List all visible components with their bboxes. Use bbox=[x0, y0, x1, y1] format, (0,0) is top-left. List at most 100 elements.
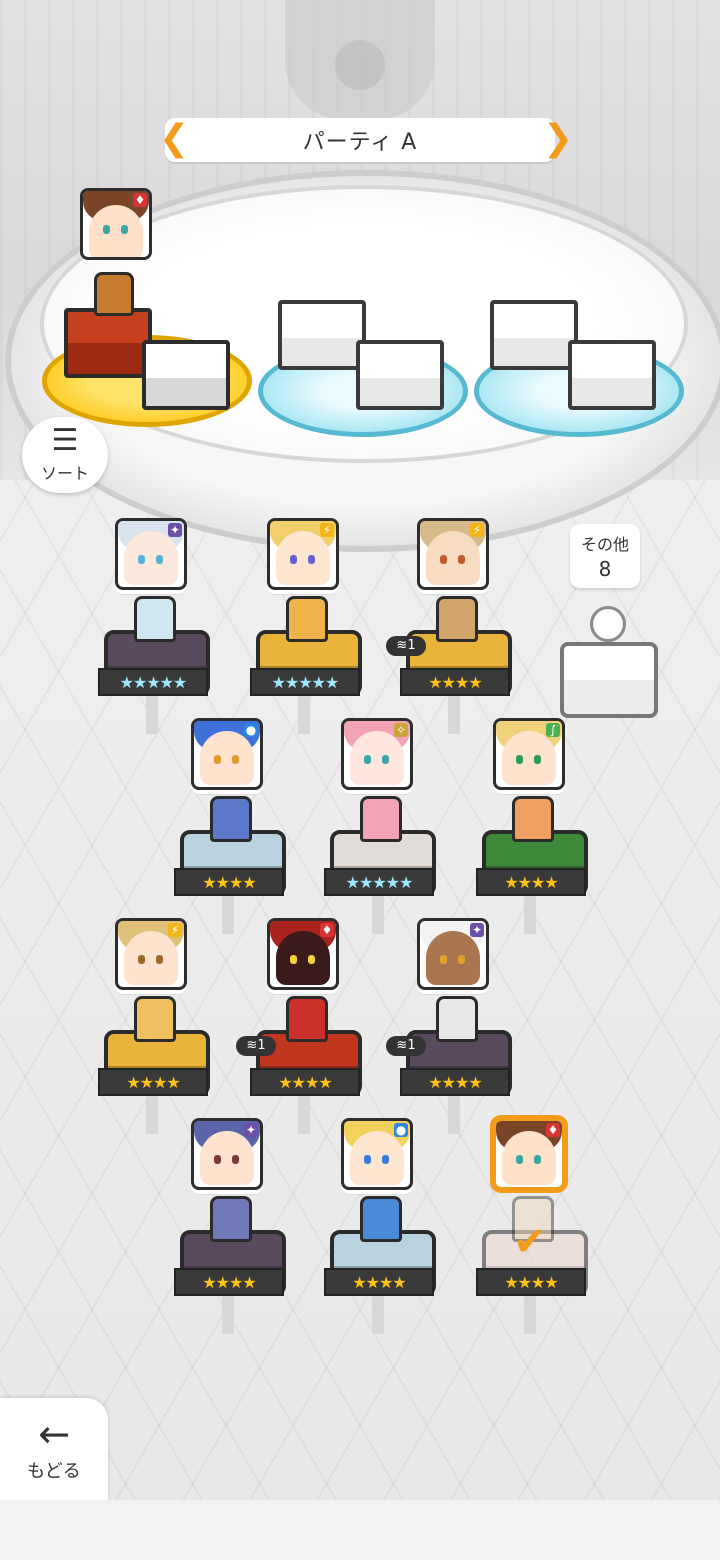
face bbox=[350, 731, 404, 785]
unit-card-blonde-witch[interactable]: ⚡ ★★★★★ bbox=[250, 518, 362, 734]
pedestal-stand bbox=[298, 694, 310, 734]
silhouette-head-icon bbox=[590, 606, 626, 642]
unit-card-white-hair-girl[interactable]: ✦ ★★★★ ≋1 bbox=[386, 918, 512, 1134]
unit-sprite bbox=[436, 996, 478, 1042]
fire-element-icon: ♦ bbox=[546, 1123, 560, 1137]
party-selector: ❮ パーティ A ❯ bbox=[159, 118, 573, 162]
unit-portrait[interactable]: ✦ bbox=[191, 1118, 263, 1190]
unit-portrait[interactable]: ∫ bbox=[493, 718, 565, 790]
eye-right bbox=[232, 1155, 239, 1164]
pedestal-stand bbox=[298, 1094, 310, 1134]
empty-pedestal bbox=[560, 642, 658, 718]
eye-right bbox=[458, 555, 465, 564]
eye-left bbox=[364, 1155, 371, 1164]
unit-portrait[interactable]: ⚡ bbox=[267, 518, 339, 590]
party-leader-portrait[interactable]: ♦ bbox=[80, 188, 152, 260]
face bbox=[350, 1131, 404, 1185]
dark-element-icon: ✦ bbox=[470, 923, 484, 937]
eye-left bbox=[516, 755, 523, 764]
eye-left bbox=[214, 1155, 221, 1164]
pedestal-stand bbox=[146, 694, 158, 734]
sort-button[interactable]: ☰ ソート bbox=[22, 417, 108, 493]
face bbox=[200, 1131, 254, 1185]
back-button[interactable]: ← もどる bbox=[0, 1398, 108, 1500]
water-element-icon: ● bbox=[394, 1123, 408, 1137]
unit-card-pink-hair-girl[interactable]: ✧ ★★★★★ bbox=[324, 718, 436, 934]
pedestal-stand bbox=[372, 1294, 384, 1334]
eye-right bbox=[308, 555, 315, 564]
star-rating: ★★★★ bbox=[98, 1068, 208, 1096]
slot-3-cube-a bbox=[490, 300, 578, 370]
eye-right bbox=[382, 755, 389, 764]
sort-icon: ☰ bbox=[51, 423, 79, 458]
slot-2-cube-b bbox=[356, 340, 444, 410]
others-count: 8 bbox=[598, 557, 612, 581]
eye-left bbox=[440, 955, 447, 964]
unit-card-glasses-girl[interactable]: ⚡ ★★★★ bbox=[98, 918, 210, 1134]
thunder-element-icon: ⚡ bbox=[320, 523, 334, 537]
face bbox=[276, 931, 330, 985]
unit-portrait[interactable]: ✧ bbox=[341, 718, 413, 790]
unit-portrait[interactable]: ⚡ bbox=[115, 918, 187, 990]
unit-card-blonde-woman[interactable]: ⚡ ★★★★ ≋1 bbox=[386, 518, 512, 734]
limit-count: 1 bbox=[407, 1038, 416, 1053]
unit-sprite bbox=[286, 596, 328, 642]
unit-card-silver-hair-girl[interactable]: ✦ ★★★★★ bbox=[98, 518, 210, 734]
unit-card-blue-hair-girl[interactable]: ● ★★★★ bbox=[174, 718, 286, 934]
unit-sprite bbox=[360, 1196, 402, 1242]
eye-left bbox=[214, 755, 221, 764]
star-rating: ★★★★★ bbox=[250, 668, 360, 696]
unit-sprite bbox=[436, 596, 478, 642]
eye-right bbox=[308, 955, 315, 964]
face bbox=[426, 931, 480, 985]
eye-left bbox=[138, 955, 145, 964]
unit-portrait[interactable]: ✦ bbox=[115, 518, 187, 590]
star-rating: ★★★★★ bbox=[324, 868, 434, 896]
face bbox=[124, 931, 178, 985]
unit-portrait[interactable]: ● bbox=[191, 718, 263, 790]
party-leader-sprite bbox=[94, 272, 134, 316]
limit-count: 1 bbox=[407, 638, 416, 653]
thunder-element-icon: ⚡ bbox=[470, 523, 484, 537]
light-element-icon: ✧ bbox=[394, 723, 408, 737]
unit-card-brown-hair-boy[interactable]: ♦ ★★★★ ✔ bbox=[476, 1118, 588, 1334]
slot-3-cube-b bbox=[568, 340, 656, 410]
unit-card-blonde-maid[interactable]: ● ★★★★ bbox=[324, 1118, 436, 1334]
prev-party-arrow-icon[interactable]: ❮ bbox=[159, 121, 189, 158]
unit-portrait[interactable]: ♦ bbox=[493, 1118, 565, 1190]
star-rating: ★★★★ bbox=[250, 1068, 360, 1096]
star-rating: ★★★★ bbox=[476, 868, 586, 896]
limit-break-badge: ≋1 bbox=[386, 1036, 426, 1056]
fire-element-icon: ♦ bbox=[133, 193, 147, 207]
eye-left bbox=[516, 1155, 523, 1164]
unit-sprite bbox=[210, 796, 252, 842]
eye-left bbox=[440, 555, 447, 564]
unit-card-elf-girl[interactable]: ∫ ★★★★ bbox=[476, 718, 588, 934]
eye-right bbox=[232, 755, 239, 764]
unit-sprite bbox=[134, 596, 176, 642]
unit-portrait[interactable]: ✦ bbox=[417, 918, 489, 990]
pedestal-stand bbox=[222, 1294, 234, 1334]
others-slot[interactable]: その他 8 bbox=[556, 524, 658, 718]
unit-portrait[interactable]: ⚡ bbox=[417, 518, 489, 590]
eye-right bbox=[382, 1155, 389, 1164]
unit-card-glasses-man[interactable]: ✦ ★★★★ bbox=[174, 1118, 286, 1334]
eye-left bbox=[290, 955, 297, 964]
eye-right bbox=[534, 1155, 541, 1164]
star-rating: ★★★★ bbox=[400, 1068, 510, 1096]
pedestal-stand bbox=[524, 894, 536, 934]
unit-portrait[interactable]: ♦ bbox=[267, 918, 339, 990]
unit-portrait[interactable]: ● bbox=[341, 1118, 413, 1190]
slot-1-empty-cube bbox=[142, 340, 230, 410]
pedestal-stand bbox=[448, 1094, 460, 1134]
star-rating: ★★★★ bbox=[174, 1268, 284, 1296]
game-scene: ♦ ❮ パーティ A ❯ ☰ ソート ✦ ★★★★★ ⚡ ★★★★★ ⚡ ★★★★ ≋1 ● ★… bbox=[0, 0, 720, 1560]
leader-eye-left bbox=[103, 225, 110, 234]
eye-left bbox=[290, 555, 297, 564]
leader-face bbox=[89, 205, 143, 257]
next-party-arrow-icon[interactable]: ❯ bbox=[543, 121, 573, 158]
unit-sprite bbox=[512, 796, 554, 842]
slot-2-cube-a bbox=[278, 300, 366, 370]
unit-card-red-armor[interactable]: ♦ ★★★★ ≋1 bbox=[236, 918, 362, 1134]
dark-element-icon: ✦ bbox=[168, 523, 182, 537]
